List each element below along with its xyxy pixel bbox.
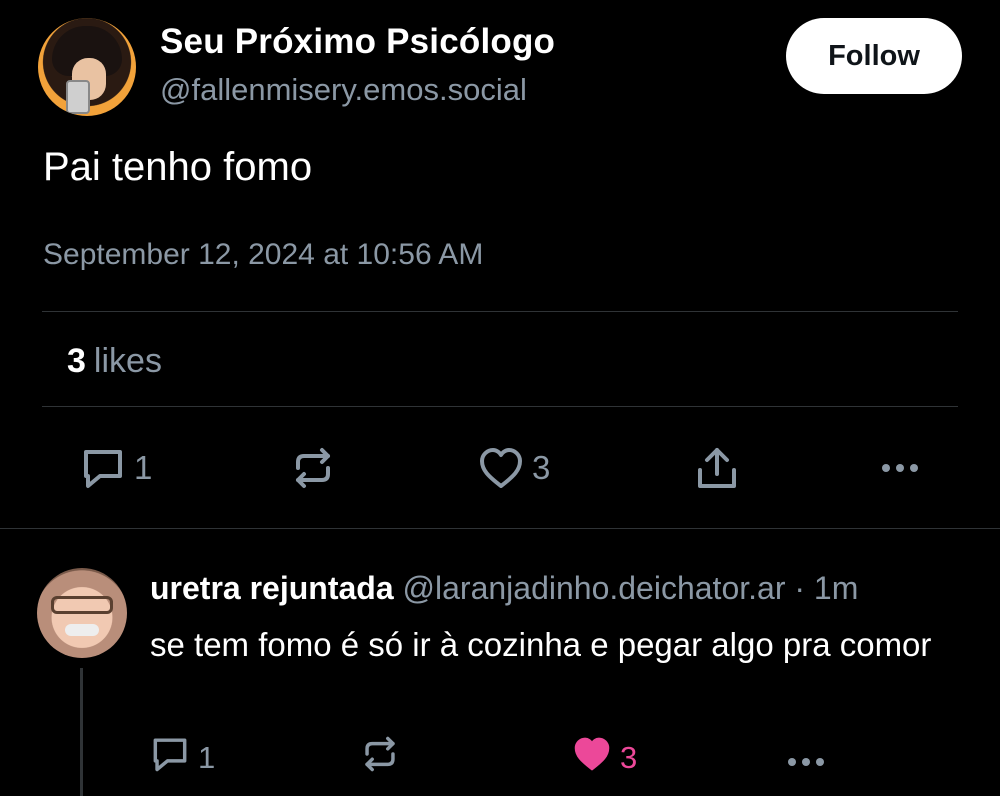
- more-button[interactable]: [880, 440, 920, 496]
- author-name[interactable]: Seu Próximo Psicólogo: [160, 22, 555, 62]
- reply-like-count: 3: [620, 740, 638, 775]
- repost-button[interactable]: [290, 440, 344, 496]
- reply-reply-count: 1: [198, 740, 216, 775]
- reply-age[interactable]: 1m: [814, 570, 858, 606]
- author-handle[interactable]: @fallenmisery.emos.social: [160, 72, 527, 108]
- reply-header: uretra rejuntada @laranjadinho.deichator…: [150, 570, 858, 607]
- post-text: Pai tenho fomo: [43, 145, 313, 189]
- reply-actions: 1 3: [0, 730, 1000, 786]
- share-button[interactable]: [694, 440, 740, 496]
- post-actions: 1 3: [0, 440, 1000, 500]
- reply-count: 1: [134, 449, 153, 486]
- liked-heart-icon: [572, 735, 612, 781]
- reply-button[interactable]: 1: [80, 440, 152, 496]
- share-icon: [694, 446, 740, 490]
- avatar-phone: [66, 80, 90, 114]
- avatar-glasses: [51, 596, 113, 614]
- divider: [42, 311, 958, 312]
- reply-repost-button[interactable]: [360, 730, 400, 786]
- like-button[interactable]: 3: [478, 440, 550, 496]
- follow-button[interactable]: Follow: [786, 18, 962, 94]
- reply-author-handle[interactable]: @laranjadinho.deichator.ar: [403, 570, 786, 606]
- more-icon: [786, 740, 826, 776]
- likes-label: likes: [93, 342, 162, 380]
- likes-count: 3: [67, 342, 86, 380]
- reply-icon: [80, 446, 126, 490]
- divider: [42, 406, 958, 407]
- reply-icon: [150, 735, 190, 781]
- author-avatar[interactable]: [38, 18, 136, 116]
- repost-icon: [290, 446, 336, 490]
- reply-like-button[interactable]: 3: [572, 730, 637, 786]
- like-icon: [478, 446, 524, 490]
- reply-author-name[interactable]: uretra rejuntada: [150, 570, 394, 606]
- like-count: 3: [532, 449, 551, 486]
- reply-reply-button[interactable]: 1: [150, 730, 215, 786]
- reply-author-avatar[interactable]: [37, 568, 127, 658]
- repost-icon: [360, 735, 400, 781]
- more-icon: [880, 462, 920, 474]
- avatar-mustache: [65, 624, 99, 636]
- likes-summary[interactable]: 3 likes: [67, 342, 162, 381]
- reply-text: se tem fomo é só ir à cozinha e pegar al…: [150, 626, 932, 663]
- reply-more-button[interactable]: [786, 730, 826, 786]
- thread-divider: [0, 528, 1000, 529]
- post-timestamp[interactable]: September 12, 2024 at 10:56 AM: [43, 238, 483, 272]
- reply-separator: ·: [785, 570, 814, 606]
